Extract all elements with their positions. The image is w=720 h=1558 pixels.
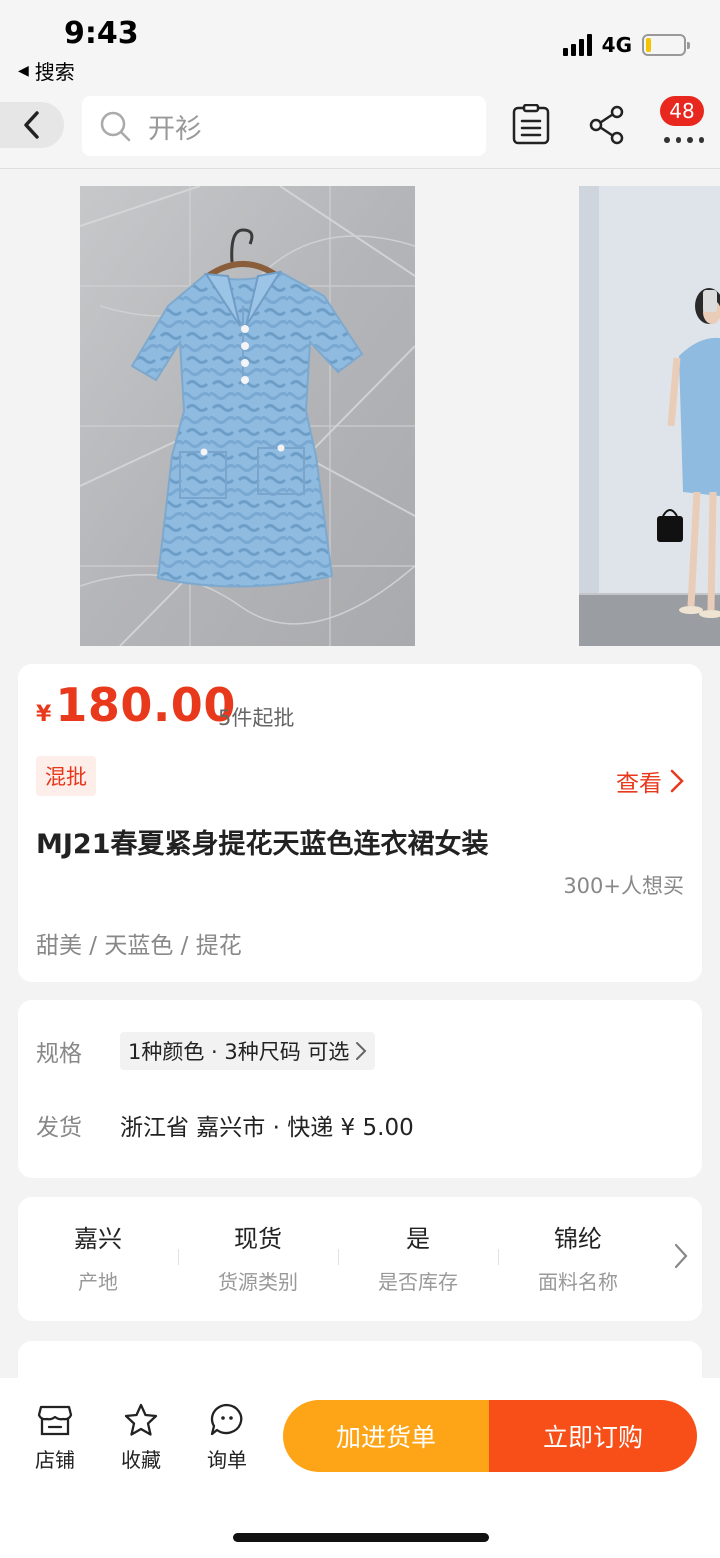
top-nav: 开衫 48 <box>0 92 720 168</box>
store-icon <box>37 1405 73 1436</box>
attr-key: 产地 <box>78 1270 118 1294</box>
share-icon <box>589 105 624 145</box>
wants-count: 300+人想买 <box>563 874 684 898</box>
attr-in-stock: 是 是否库存 <box>338 1219 498 1295</box>
store-label: 店铺 <box>35 1448 75 1472</box>
search-text: 开衫 <box>148 113 202 145</box>
favorite-button[interactable]: 收藏 <box>106 1402 176 1473</box>
mixed-batch-tag: 混批 <box>36 756 96 796</box>
store-button[interactable]: 店铺 <box>20 1402 90 1473</box>
back-to-app-link[interactable]: ◀ 搜索 <box>18 56 75 85</box>
home-indicator <box>233 1533 489 1542</box>
shipping-row: 发货 浙江省 嘉兴市 · 快递 ¥ 5.00 <box>36 1108 414 1142</box>
status-time: 9:43 <box>64 16 139 51</box>
back-app-label: 搜索 <box>34 60 75 84</box>
list-button[interactable] <box>508 102 554 148</box>
attr-key: 是否库存 <box>378 1270 458 1294</box>
attr-value: 是 <box>406 1225 430 1253</box>
product-gallery[interactable] <box>0 169 720 661</box>
attr-value: 嘉兴 <box>74 1225 122 1253</box>
currency-symbol: ¥ <box>36 702 52 727</box>
attr-fabric: 锦纶 面料名称 <box>498 1219 658 1295</box>
product-photo-model[interactable] <box>579 186 720 646</box>
list-icon <box>512 104 550 145</box>
signal-icon <box>562 34 592 56</box>
shipping-label: 发货 <box>36 1115 82 1141</box>
price-value: 180.00 <box>55 678 236 732</box>
chevron-right-icon <box>674 1243 688 1269</box>
attribute-summary-card[interactable]: 嘉兴 产地 现货 货源类别 是 是否库存 锦纶 面料名称 <box>18 1197 702 1321</box>
view-more-label: 查看 <box>616 771 662 797</box>
view-more-link[interactable]: 查看 <box>616 764 684 798</box>
attr-key: 货源类别 <box>218 1270 298 1294</box>
product-photo-main[interactable] <box>80 186 415 646</box>
attr-origin: 嘉兴 产地 <box>18 1219 178 1295</box>
spec-card: 规格 1种颜色 · 3种尺码 可选 发货 浙江省 嘉兴市 · 快递 ¥ 5.00 <box>18 1000 702 1178</box>
status-bar: 9:43 ◀ 搜索 4G <box>0 0 720 92</box>
min-order: 5件起批 <box>218 706 295 730</box>
spec-value: 1种颜色 · 3种尺码 可选 <box>128 1040 350 1064</box>
battery-icon <box>642 34 690 56</box>
spec-label: 规格 <box>36 1041 82 1067</box>
price: ¥ 180.00 <box>36 678 236 732</box>
search-input[interactable]: 开衫 <box>82 96 486 156</box>
attr-value: 现货 <box>234 1225 282 1253</box>
product-title: MJ21春夏紧身提花天蓝色连衣裙女装 <box>36 829 489 860</box>
chevron-right-icon <box>356 1042 367 1060</box>
chevron-right-icon <box>670 769 684 793</box>
attr-more-button[interactable] <box>674 1243 688 1273</box>
back-button[interactable] <box>0 102 64 148</box>
bottom-action-bar: 店铺 收藏 询单 加进货单 立即订购 <box>0 1378 720 1558</box>
product-attributes: 甜美 / 天蓝色 / 提花 <box>36 933 242 959</box>
attr-value: 锦纶 <box>554 1225 602 1253</box>
star-icon <box>124 1403 158 1436</box>
spec-row[interactable]: 规格 1种颜色 · 3种尺码 可选 <box>36 1032 376 1070</box>
attr-key: 面料名称 <box>538 1270 618 1294</box>
product-info-card: ¥ 180.00 5件起批 混批 查看 MJ21春夏紧身提花天蓝色连衣裙女装 3… <box>18 664 702 982</box>
share-button[interactable] <box>584 102 630 148</box>
search-icon <box>98 109 132 143</box>
attr-source-type: 现货 货源类别 <box>178 1219 338 1295</box>
chevron-left-icon <box>24 111 39 139</box>
inquiry-button[interactable]: 询单 <box>192 1402 262 1473</box>
favorite-label: 收藏 <box>121 1448 161 1472</box>
inquiry-label: 询单 <box>207 1448 247 1472</box>
more-icon[interactable] <box>664 132 704 148</box>
spec-selector[interactable]: 1种颜色 · 3种尺码 可选 <box>120 1032 376 1070</box>
add-to-cart-button[interactable]: 加进货单 <box>283 1400 489 1472</box>
network-type: 4G <box>601 33 632 57</box>
chat-icon <box>210 1403 243 1436</box>
shipping-value: 浙江省 嘉兴市 · 快递 ¥ 5.00 <box>120 1115 414 1141</box>
buy-now-button[interactable]: 立即订购 <box>489 1400 697 1472</box>
cart-count-badge[interactable]: 48 <box>660 96 704 126</box>
back-triangle-icon: ◀ <box>18 62 29 79</box>
